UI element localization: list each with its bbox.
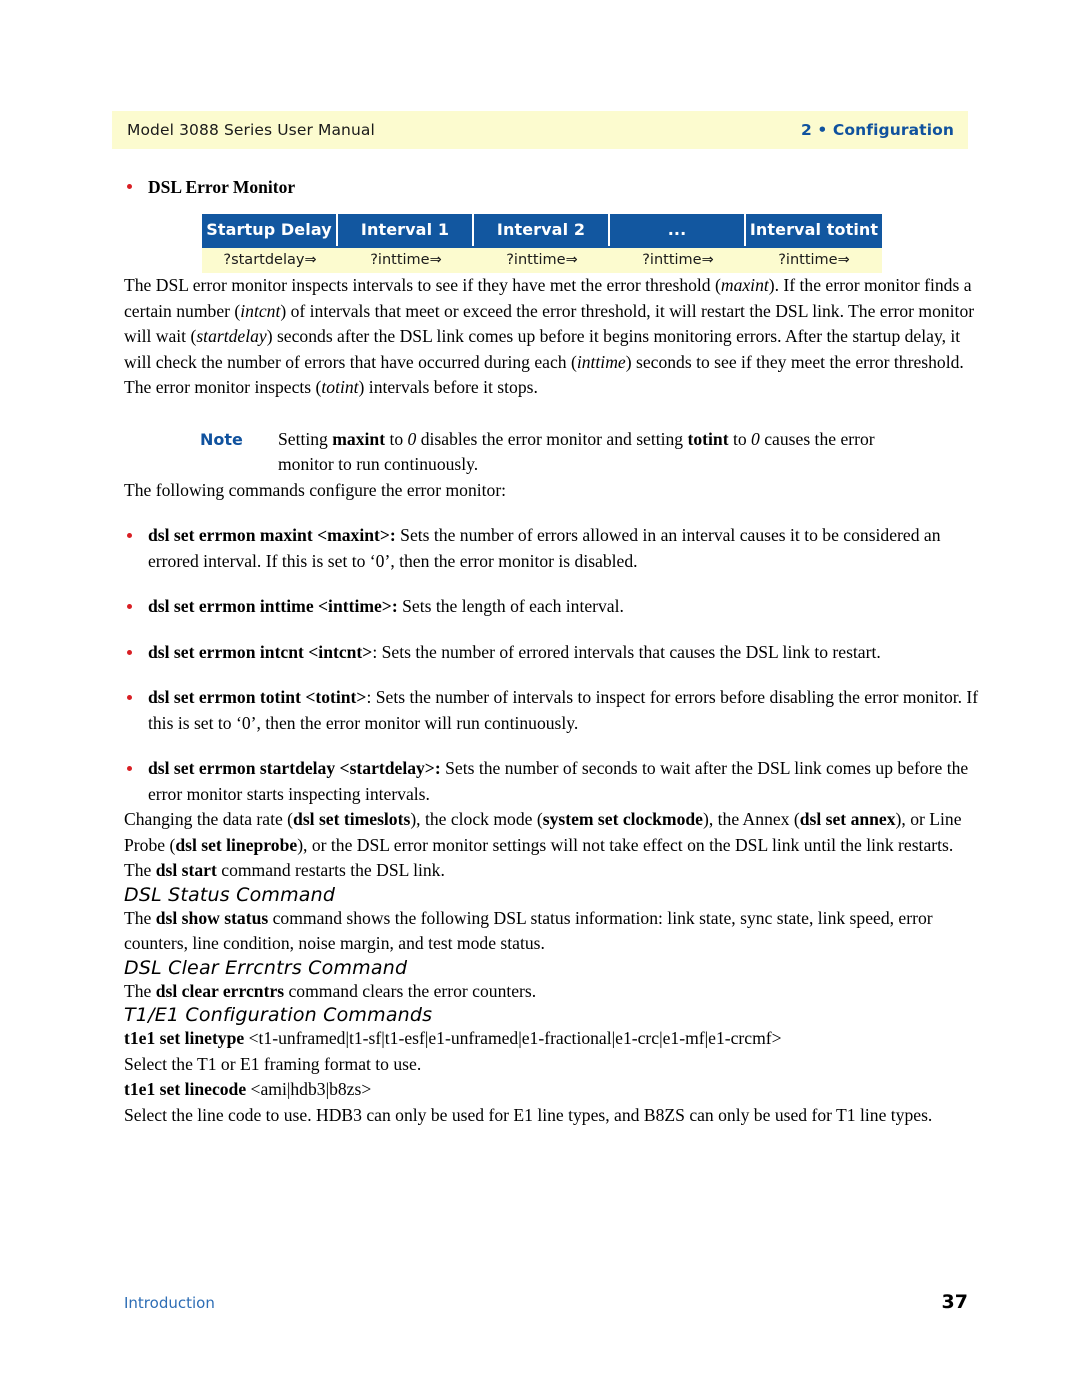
bullet-dot-icon [127,604,132,609]
text-run: ), the clock mode ( [410,809,543,829]
header-chapter-title: 2 • Configuration [801,121,954,139]
table-cell: ?inttime⇒ [338,246,474,273]
bullet-dot-icon [127,533,132,538]
table-cell: ?inttime⇒ [474,246,610,273]
table-cell: ?inttime⇒ [610,246,746,273]
t1e1-linecode-description: Select the line code to use. HDB3 can on… [124,1104,933,1125]
dsl-status-paragraph: The dsl show status command shows the fo… [124,906,980,957]
param-startdelay: startdelay [196,326,267,346]
param-totint: totint [321,377,359,397]
text-run: to [385,428,408,449]
command-list-item: dsl set errmon totint <totint>: Sets the… [124,685,980,736]
command-name: dsl set errmon maxint <maxint>: [148,525,396,545]
table-header-cell: ... [610,214,746,246]
command-name: dsl set errmon inttime <inttime>: [148,596,398,616]
param-inttime: inttime [576,351,626,372]
subsection-heading-dsl-status-command: DSL Status Command [124,883,336,906]
table-row: ?startdelay⇒ ?inttime⇒ ?inttime⇒ ?inttim… [202,246,882,273]
bullet-dot-icon [127,766,132,771]
bullet-dot-icon [127,649,132,655]
section-heading-dsl-error-monitor: DSL Error Monitor [124,176,980,198]
cmd-dsl-set-annex: dsl set annex [799,809,896,829]
header-manual-title: Model 3088 Series User Manual [127,121,375,139]
table-cell: ?inttime⇒ [746,246,882,273]
command-list-item: dsl set errmon maxint <maxint>: Sets the… [124,523,980,574]
command-description: Sets the length of each interval. [397,596,624,616]
table-header-cell: Interval 1 [338,214,474,246]
text-run: command restarts the DSL link. [216,860,445,880]
dsl-clear-paragraph: The dsl clear errcntrs command clears th… [124,979,980,1005]
text-run: ) intervals before it stops. [358,377,538,397]
text-run: ), the Annex ( [702,809,800,829]
table-header-cell: Interval 2 [474,214,610,246]
value-zero: 0 [751,428,760,449]
table-header-row: Startup Delay Interval 1 Interval 2 ... … [202,214,882,246]
page-number: 37 [941,1291,968,1313]
changing-data-rate-paragraph: Changing the data rate (dsl set timeslot… [124,807,980,884]
command-arguments: <t1-unframed|t1-sf|t1-esf|e1-unframed|e1… [244,1028,782,1048]
command-name: dsl set errmon intcnt <intcnt> [148,641,373,662]
document-page: Model 3088 Series User Manual 2 • Config… [0,0,1080,1397]
t1e1-linetype-description: Select the T1 or E1 framing format to us… [124,1053,422,1074]
interval-table: Startup Delay Interval 1 Interval 2 ... … [202,214,882,273]
text-run: Changing the data rate ( [124,809,294,829]
command-description: : Sets the number of errored intervals t… [372,641,881,662]
cmd-dsl-clear-errcntrs: dsl clear errcntrs [155,980,285,1001]
cmd-system-set-clockmode: system set clockmode [542,809,703,829]
cmd-maxint: maxint [332,428,386,449]
bullet-dot-icon [127,695,132,700]
text-run: The [124,907,156,928]
command-list-item: dsl set errmon inttime <inttime>: Sets t… [124,594,980,620]
cmd-dsl-start: dsl start [155,860,217,880]
text-run: Setting [278,428,333,449]
text-run: The DSL error monitor inspects intervals… [124,275,721,295]
command-list-item: dsl set errmon startdelay <startdelay>: … [124,756,980,807]
cmd-dsl-show-status: dsl show status [155,907,269,928]
t1e1-linecode-syntax: t1e1 set linecode <ami|hdb3|b8zs> [124,1077,980,1103]
param-intcnt: intcnt [240,300,281,321]
commands-intro-paragraph: The following commands configure the err… [124,479,507,500]
intro-paragraph: The DSL error monitor inspects intervals… [124,273,980,401]
section-heading-label: DSL Error Monitor [148,177,296,197]
command-name: dsl set errmon startdelay <startdelay>: [148,758,441,778]
value-zero: 0 [407,428,417,449]
running-header: Model 3088 Series User Manual 2 • Config… [112,111,968,149]
table-header-cell: Interval totint [746,214,882,246]
subsection-heading-t1e1-configuration-commands: T1/E1 Configuration Commands [124,1004,433,1026]
cmd-dsl-set-lineprobe: dsl set lineprobe [175,834,298,855]
bullet-dot-icon [127,184,132,189]
footer-section-label: Introduction [124,1294,215,1312]
text-run: command clears the error counters. [284,980,537,1001]
command-list-item: dsl set errmon intcnt <intcnt>: Sets the… [124,640,980,666]
text-run: to [728,428,752,449]
subsection-heading-dsl-clear-errcntrs-command: DSL Clear Errcntrs Command [124,956,408,979]
table-cell: ?startdelay⇒ [202,246,338,273]
text-run: disables the error monitor and setting [416,428,688,449]
note-label: Note [200,429,243,449]
cmd-t1e1-set-linetype: t1e1 set linetype [124,1028,245,1048]
command-name: dsl set errmon totint <totint> [148,687,367,707]
cmd-dsl-set-timeslots: dsl set timeslots [293,809,411,829]
page-footer: Introduction 37 [124,1291,968,1313]
param-maxint: maxint [720,275,769,295]
cmd-t1e1-set-linecode: t1e1 set linecode [124,1079,247,1099]
table-header-cell: Startup Delay [202,214,338,246]
text-run: The [124,980,156,1001]
t1e1-linetype-syntax: t1e1 set linetype <t1-unframed|t1-sf|t1-… [124,1026,980,1052]
cmd-totint: totint [687,428,729,449]
page-content: DSL Error Monitor Startup Delay Interval… [124,176,980,1128]
interval-table-wrapper: Startup Delay Interval 1 Interval 2 ... … [202,214,882,273]
note-block: Note Setting maxint to 0 disables the err… [200,427,900,478]
command-arguments: <ami|hdb3|b8zs> [246,1079,372,1099]
